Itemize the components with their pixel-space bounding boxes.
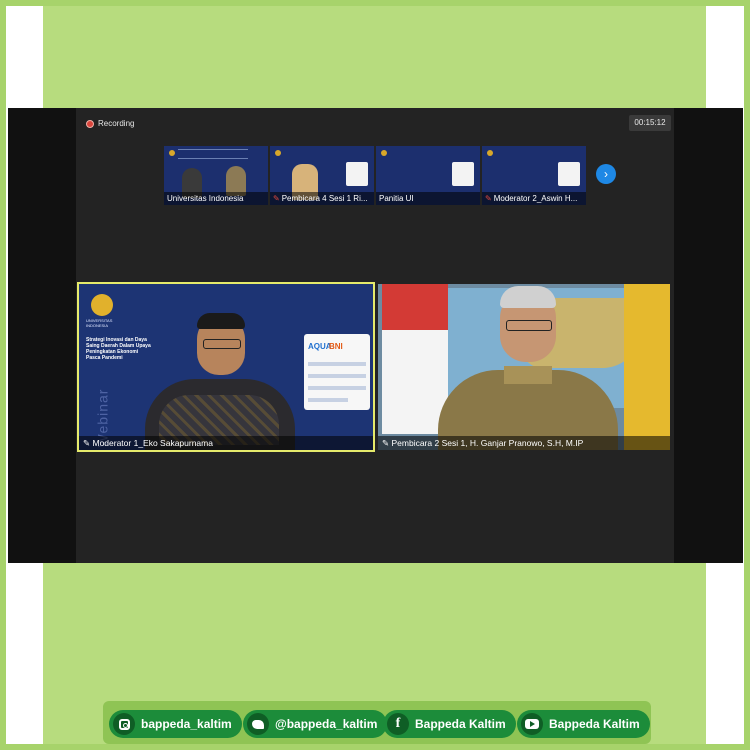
participant-hair — [500, 286, 556, 308]
university-logo-icon — [169, 150, 175, 156]
university-logo-icon — [275, 150, 281, 156]
flag-red — [382, 284, 448, 330]
mic-muted-icon: ✎ — [273, 194, 280, 203]
university-logo-icon — [487, 150, 493, 156]
university-logo-icon — [91, 294, 113, 316]
sponsor-card — [558, 162, 580, 186]
sponsor-logo: BNI — [329, 342, 343, 351]
participant-thumbnail[interactable]: Universitas Indonesia — [164, 146, 268, 205]
thumbnail-label: ✎ Moderator 2_Aswin H... — [482, 192, 586, 205]
youtube-icon — [521, 713, 543, 735]
sponsor-card — [452, 162, 474, 186]
slide-text — [178, 149, 248, 159]
twitter-link[interactable]: @bappeda_kaltim — [243, 710, 388, 738]
uniform-collar — [504, 366, 552, 384]
participant-thumbnail[interactable]: ✎ Moderator 2_Aswin H... — [482, 146, 586, 205]
social-media-bar: bappeda_kaltim @bappeda_kaltim f Bappeda… — [103, 701, 651, 744]
facebook-icon: f — [387, 713, 409, 735]
twitter-icon — [247, 713, 269, 735]
glasses — [203, 339, 241, 349]
sponsor-row — [308, 362, 366, 366]
participant-hair — [197, 313, 245, 329]
sponsor-row — [308, 398, 348, 402]
slide-organization: UNIVERSITAS INDONESIA — [86, 318, 113, 328]
indonesian-flag — [382, 284, 448, 434]
facebook-link[interactable]: f Bappeda Kaltim — [383, 710, 516, 738]
university-logo-icon — [381, 150, 387, 156]
sponsor-card — [346, 162, 368, 186]
thumbnail-label: Panitia UI — [376, 192, 480, 205]
glasses — [506, 320, 552, 331]
thumbnail-label: ✎ Pembicara 4 Sesi 1 Ri... — [270, 192, 374, 205]
video-label: ✎ Moderator 1_Eko Sakapurnama — [79, 436, 373, 450]
recording-indicator[interactable]: Recording — [86, 119, 134, 128]
youtube-link[interactable]: Bappeda Kaltim — [517, 710, 650, 738]
participant-video — [129, 309, 309, 450]
meeting-timer: 00:15:12 — [629, 115, 671, 131]
thumbnail-label: Universitas Indonesia — [164, 192, 268, 205]
mic-muted-icon: ✎ — [485, 194, 492, 203]
sponsor-panel: AQUA BNI — [304, 334, 370, 410]
sponsor-row — [308, 386, 366, 390]
video-tile-active-speaker[interactable]: UNIVERSITAS INDONESIA Strategi Inovasi d… — [77, 282, 375, 452]
provincial-flag — [624, 284, 670, 450]
participant-thumbnail[interactable]: ✎ Pembicara 4 Sesi 1 Ri... — [270, 146, 374, 205]
video-label: ✎ Pembicara 2 Sesi 1, H. Ganjar Pranowo,… — [378, 436, 670, 450]
sponsor-row — [308, 374, 366, 378]
video-tile-speaker[interactable]: ✎ Pembicara 2 Sesi 1, H. Ganjar Pranowo,… — [378, 284, 670, 450]
instagram-link[interactable]: bappeda_kaltim — [109, 710, 242, 738]
meeting-window: Recording 00:15:12 Universitas Indonesia… — [8, 108, 743, 563]
recording-label: Recording — [98, 119, 135, 128]
instagram-icon — [113, 713, 135, 735]
participant-thumbnail[interactable]: Panitia UI — [376, 146, 480, 205]
chevron-right-icon[interactable]: › — [596, 164, 616, 184]
record-icon — [86, 119, 94, 128]
